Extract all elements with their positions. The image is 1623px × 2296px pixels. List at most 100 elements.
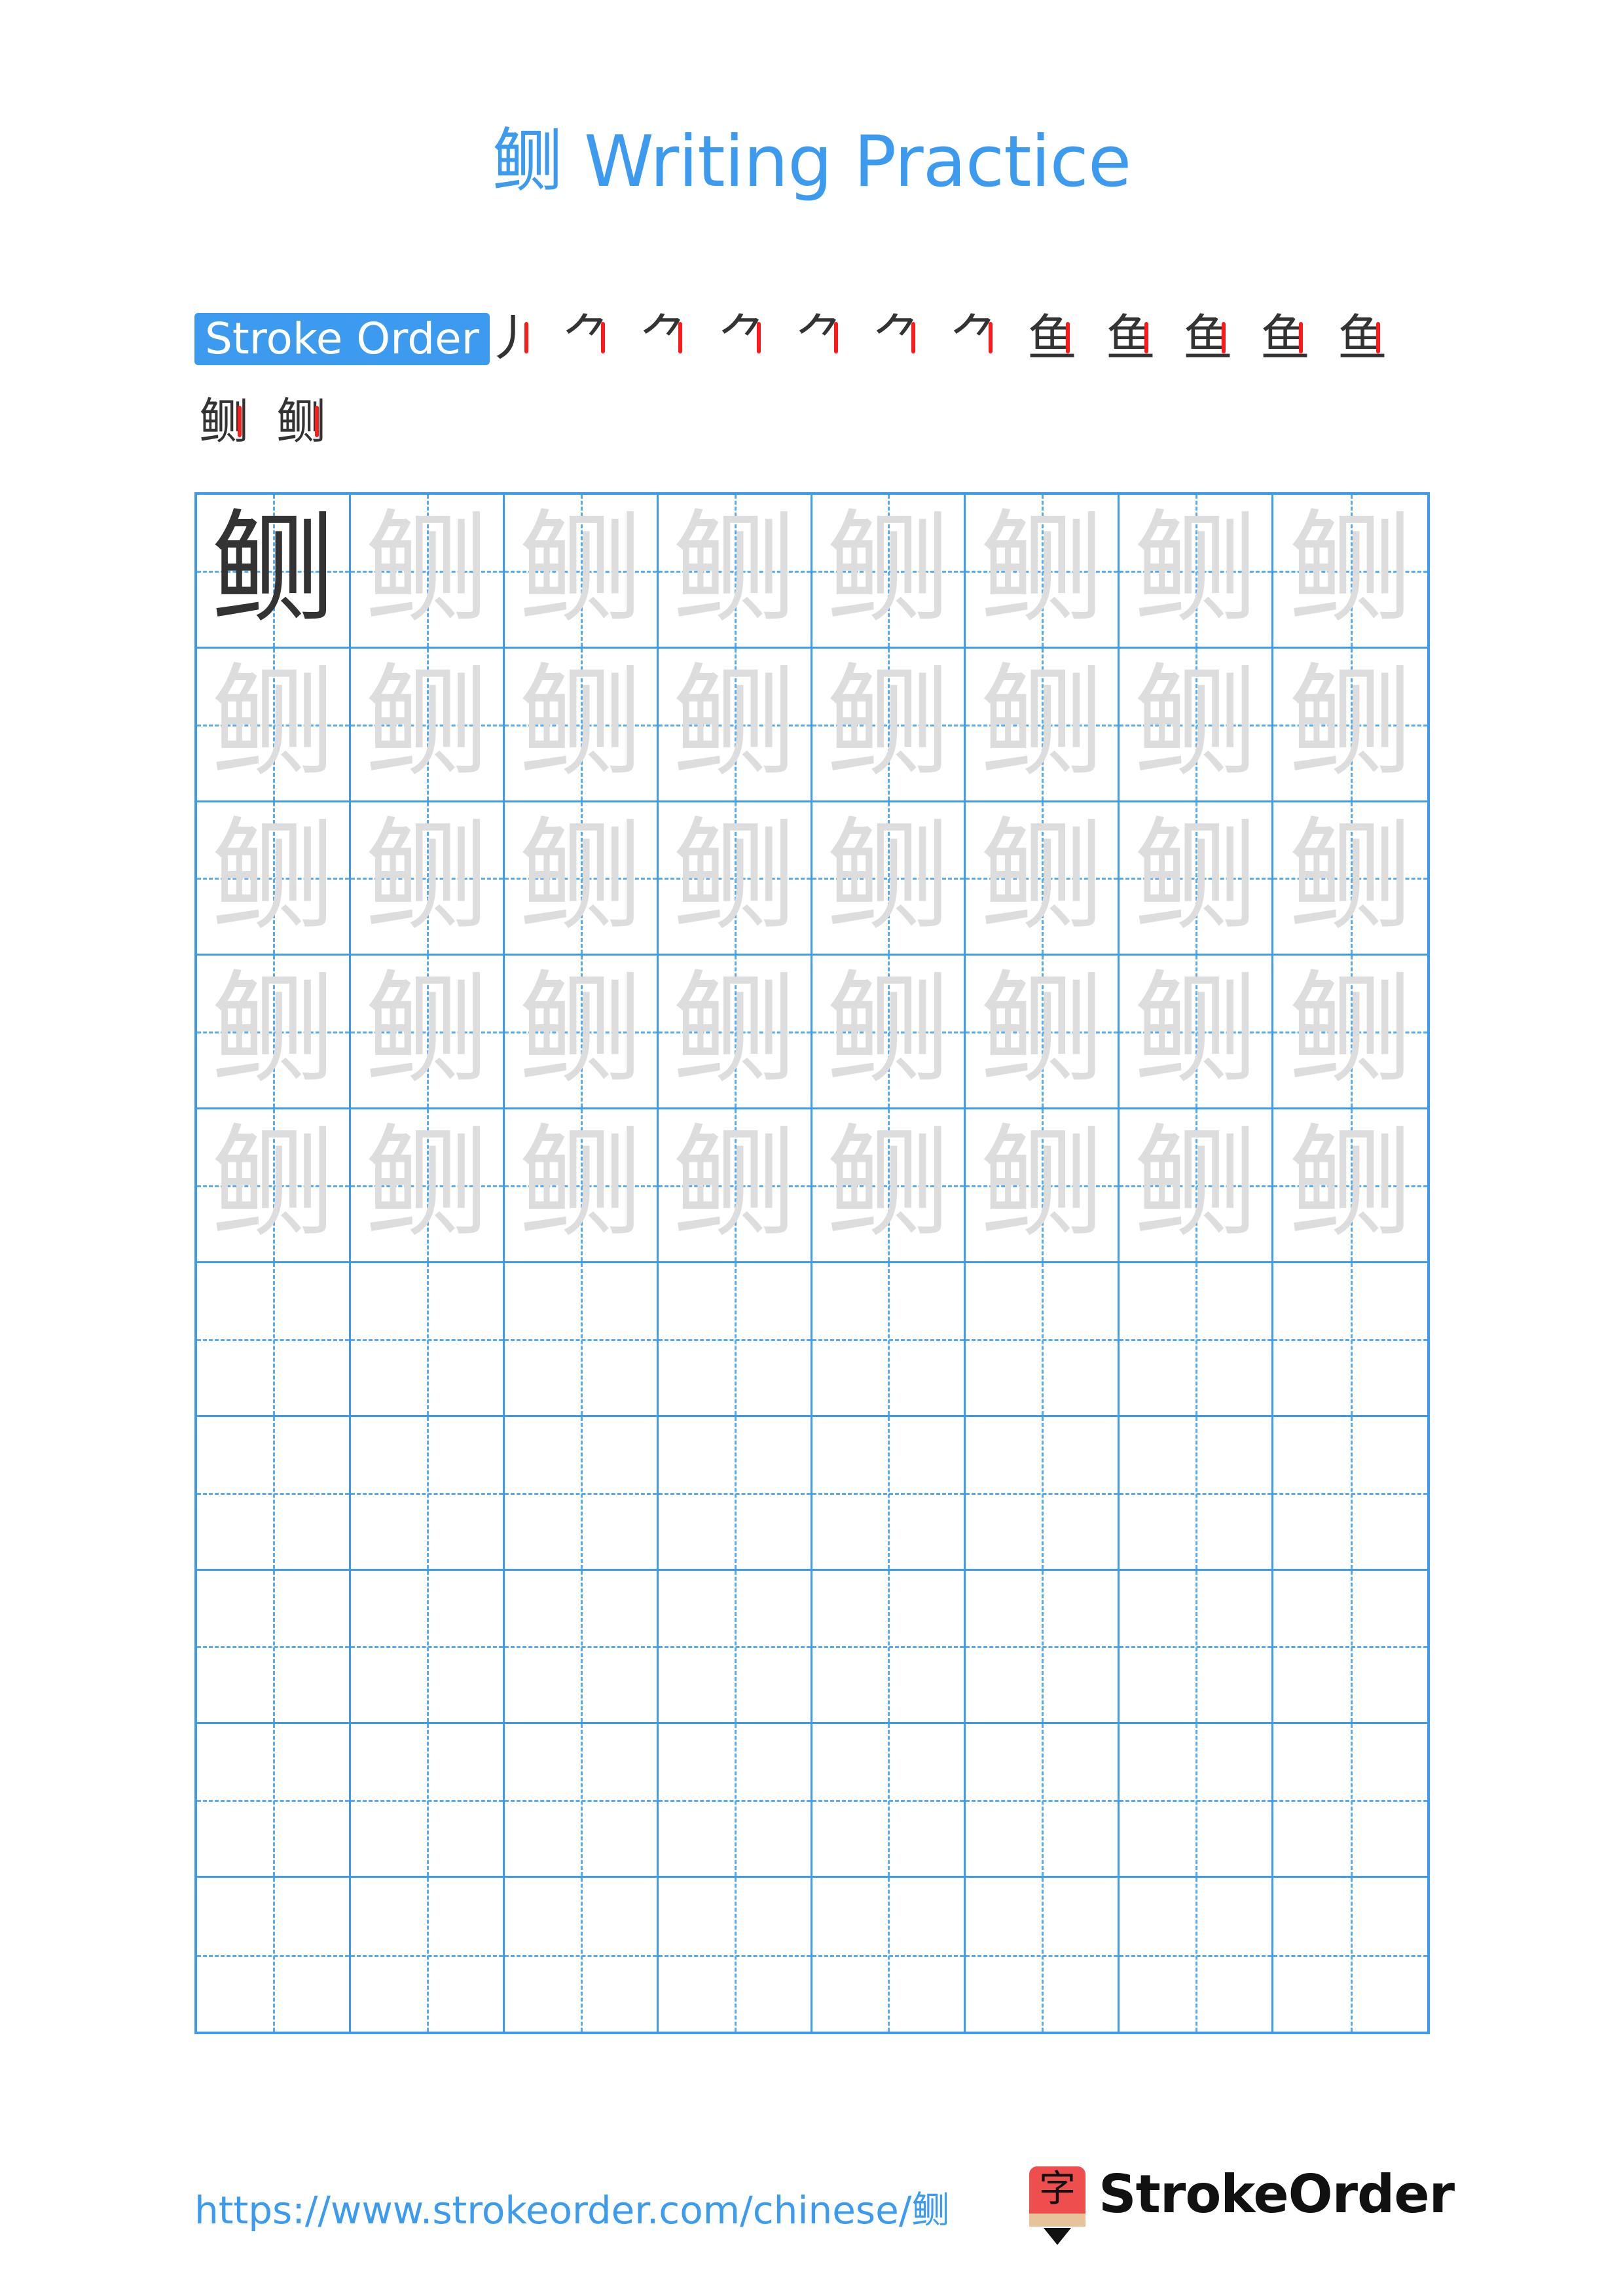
practice-cell[interactable]: 鲗 (658, 495, 812, 649)
practice-cell[interactable]: 鲗 (966, 802, 1120, 956)
practice-cell[interactable]: 鲗 (197, 495, 351, 649)
practice-cell[interactable]: 鲗 (504, 495, 659, 649)
trace-character: 鲗 (518, 804, 643, 950)
practice-cell[interactable] (1273, 1878, 1427, 2032)
practice-cell[interactable]: 鲗 (1120, 956, 1274, 1110)
practice-cell[interactable]: 鲗 (197, 1109, 351, 1263)
practice-cell[interactable]: 鲗 (1120, 1109, 1274, 1263)
practice-cell[interactable]: 鲗 (350, 495, 505, 649)
practice-cell[interactable] (197, 1416, 351, 1571)
practice-cell[interactable] (658, 1416, 812, 1571)
practice-cell[interactable]: 鲗 (1120, 495, 1274, 649)
practice-cell[interactable]: 鲗 (1273, 648, 1427, 802)
guide-line-horizontal (350, 1492, 503, 1495)
trace-character: 鲗 (979, 804, 1104, 950)
stroke-order-label: Stroke Order (194, 313, 490, 365)
practice-cell[interactable] (812, 1570, 966, 1725)
practice-cell[interactable]: 鲗 (504, 648, 659, 802)
practice-cell[interactable]: 鲗 (350, 802, 505, 956)
practice-cell[interactable] (1120, 1878, 1274, 2032)
practice-cell[interactable]: 鲗 (350, 648, 505, 802)
practice-cell[interactable] (350, 1878, 505, 2032)
practice-cell[interactable] (350, 1263, 505, 1417)
practice-cell[interactable] (1120, 1263, 1274, 1417)
practice-cell[interactable]: 鲗 (658, 802, 812, 956)
practice-cell[interactable]: 鲗 (504, 802, 659, 956)
practice-cell[interactable] (658, 1263, 812, 1417)
practice-cell[interactable] (197, 1263, 351, 1417)
guide-line-horizontal (812, 1338, 964, 1341)
practice-cell[interactable] (504, 1878, 659, 2032)
practice-cell[interactable] (350, 1724, 505, 1878)
guide-line-horizontal (350, 1954, 503, 1957)
footer-url-link[interactable]: https://www.strokeorder.com/chinese/鲗 (194, 2179, 949, 2234)
practice-cell[interactable]: 鲗 (350, 956, 505, 1110)
practice-cell[interactable]: 鲗 (1273, 956, 1427, 1110)
practice-cell[interactable]: 鲗 (504, 956, 659, 1110)
trace-character: 鲗 (672, 804, 797, 950)
stroke-step: ⺈ (640, 309, 689, 367)
practice-cell[interactable] (350, 1416, 505, 1571)
practice-cell[interactable] (1120, 1416, 1274, 1571)
practice-cell[interactable] (504, 1416, 659, 1571)
stroke-step: 鱼 (1106, 309, 1156, 367)
practice-cell[interactable]: 鲗 (812, 802, 966, 956)
practice-cell[interactable]: 鲗 (1120, 802, 1274, 956)
practice-cell[interactable] (966, 1570, 1120, 1725)
practice-cell[interactable]: 鲗 (1273, 802, 1427, 956)
practice-cell[interactable]: 鲗 (197, 956, 351, 1110)
practice-cell[interactable]: 鲗 (197, 802, 351, 956)
highlighted-stroke (315, 406, 319, 437)
pencil-band (1029, 2214, 1085, 2227)
stroke-step: ⺈ (950, 309, 1000, 367)
practice-cell[interactable] (197, 1878, 351, 2032)
practice-cell[interactable] (966, 1878, 1120, 2032)
guide-line-horizontal (197, 1800, 349, 1803)
practice-cell[interactable] (1273, 1570, 1427, 1725)
trace-character: 鲗 (826, 804, 951, 950)
practice-cell[interactable]: 鲗 (812, 1109, 966, 1263)
practice-cell[interactable]: 鲗 (966, 956, 1120, 1110)
practice-cell[interactable]: 鲗 (504, 1109, 659, 1263)
practice-cell[interactable] (658, 1878, 812, 2032)
practice-cell[interactable] (1273, 1724, 1427, 1878)
stroke-step: 鱼 (1260, 309, 1310, 367)
practice-cell[interactable] (1120, 1570, 1274, 1725)
practice-cell[interactable] (197, 1724, 351, 1878)
practice-cell[interactable]: 鲗 (812, 648, 966, 802)
practice-cell[interactable] (658, 1724, 812, 1878)
practice-cell[interactable]: 鲗 (966, 648, 1120, 802)
practice-cell[interactable]: 鲗 (966, 1109, 1120, 1263)
practice-cell[interactable]: 鲗 (658, 648, 812, 802)
practice-cell[interactable] (812, 1724, 966, 1878)
practice-cell[interactable] (1273, 1263, 1427, 1417)
practice-cell[interactable] (812, 1416, 966, 1571)
practice-cell[interactable] (504, 1724, 659, 1878)
practice-cell[interactable] (966, 1263, 1120, 1417)
highlighted-stroke (757, 322, 761, 353)
practice-cell[interactable]: 鲗 (1273, 1109, 1427, 1263)
practice-cell[interactable]: 鲗 (658, 1109, 812, 1263)
highlighted-stroke (1299, 322, 1303, 353)
practice-cell[interactable] (966, 1724, 1120, 1878)
practice-cell[interactable] (350, 1570, 505, 1725)
practice-cell[interactable] (504, 1263, 659, 1417)
practice-cell[interactable] (1120, 1724, 1274, 1878)
practice-cell[interactable] (658, 1570, 812, 1725)
practice-cell[interactable] (197, 1570, 351, 1725)
highlighted-stroke (1376, 322, 1380, 353)
practice-cell[interactable]: 鲗 (658, 956, 812, 1110)
practice-cell[interactable] (504, 1570, 659, 1725)
practice-cell[interactable] (812, 1263, 966, 1417)
practice-cell[interactable] (1273, 1416, 1427, 1571)
practice-cell[interactable]: 鲗 (966, 495, 1120, 649)
practice-cell[interactable]: 鲗 (812, 956, 966, 1110)
practice-cell[interactable]: 鲗 (812, 495, 966, 649)
practice-cell[interactable]: 鲗 (197, 648, 351, 802)
practice-cell[interactable]: 鲗 (1273, 495, 1427, 649)
guide-line-horizontal (1273, 1338, 1427, 1341)
practice-cell[interactable]: 鲗 (1120, 648, 1274, 802)
practice-cell[interactable] (966, 1416, 1120, 1571)
practice-cell[interactable]: 鲗 (350, 1109, 505, 1263)
practice-cell[interactable] (812, 1878, 966, 2032)
